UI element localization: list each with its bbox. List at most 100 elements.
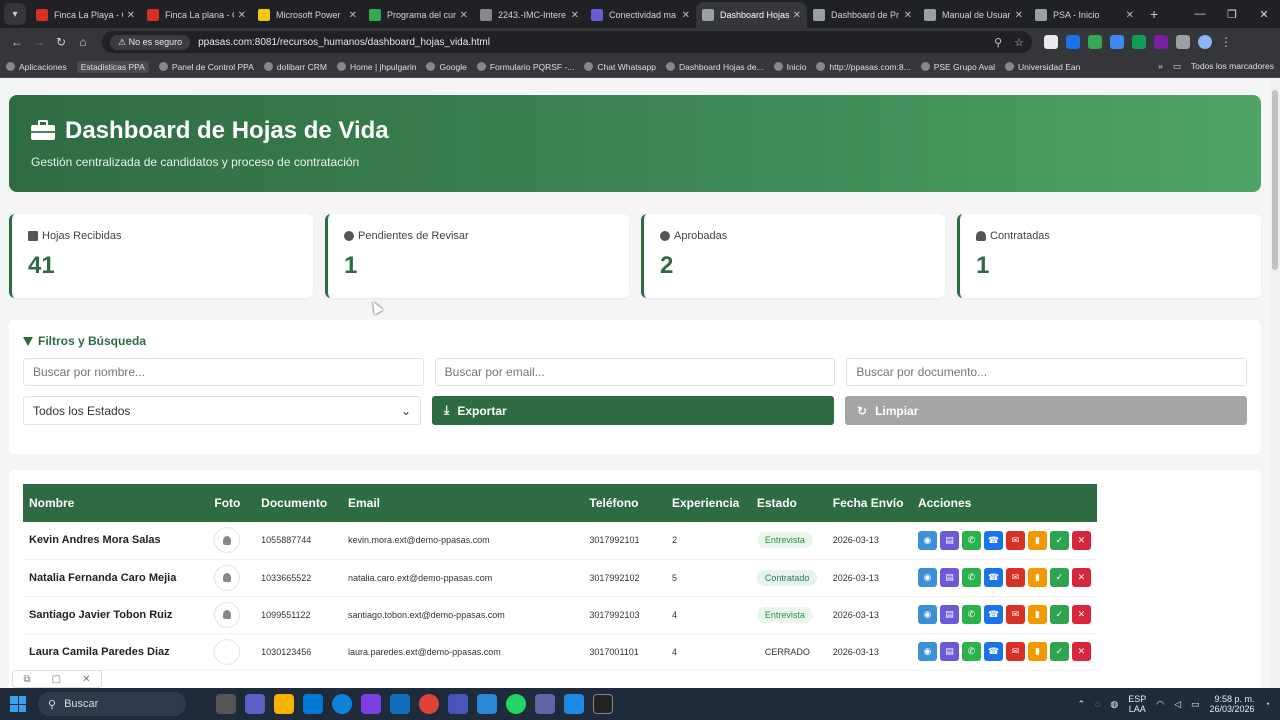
tab-search-button[interactable]: ▾ [4,3,26,25]
browser-tab[interactable]: Microsoft Power ✕ [252,2,363,28]
app-icon[interactable] [593,694,613,714]
taskbar-search[interactable]: ⚲ Buscar [38,692,186,716]
reload-icon[interactable]: ↻ [50,35,72,49]
browser-tab[interactable]: Manual de Usuari ✕ [918,2,1029,28]
windows-start-icon[interactable] [10,696,26,712]
phone-icon[interactable]: ☎ [983,642,1003,661]
reject-icon[interactable]: ✕ [1071,530,1091,550]
email-icon[interactable]: ✉ [1005,605,1025,624]
whatsapp-icon[interactable] [506,694,526,714]
teams-classic-icon[interactable] [535,694,555,714]
copy-icon[interactable]: ⧉ [24,674,31,685]
tab-close-icon[interactable]: ✕ [1015,10,1023,21]
phone-icon[interactable]: ☎ [983,568,1003,587]
email-icon[interactable]: ✉ [1005,642,1025,661]
bookmark-star-icon[interactable]: ☆ [1014,36,1024,49]
view-icon[interactable]: ◉ [917,530,937,550]
tab-close-icon[interactable]: ✕ [571,10,579,21]
approve-icon[interactable]: ✓ [1049,642,1069,661]
extension-icon[interactable] [1110,35,1124,49]
extension-icon[interactable] [1132,35,1146,49]
tab-close-icon[interactable]: ✕ [904,10,912,21]
document-icon[interactable]: ▤ [939,530,959,550]
whatsapp-icon[interactable]: ✆ [961,642,981,661]
security-indicator[interactable]: ⚠ No es seguro [110,34,191,50]
network-icon[interactable]: ◌ [1095,699,1100,709]
browser-tab[interactable]: 2243.-IMC-Intere ✕ [474,2,585,28]
avatar[interactable] [214,564,241,591]
tab-close-icon[interactable]: ✕ [682,10,690,21]
address-bar[interactable]: ⚠ No es seguro ppasas.com:8081/recursos_… [102,31,1032,53]
home-icon[interactable]: ⌂ [72,35,94,49]
tab-close-icon[interactable]: ✕ [1126,10,1134,21]
bookmark-item[interactable]: Universidad Ean [1004,62,1080,72]
status-select[interactable]: Todos los Estados ⌄ [23,396,421,425]
document-icon[interactable]: ▤ [939,642,959,661]
outlook-icon[interactable] [390,694,410,714]
forward-icon[interactable]: → [28,35,50,49]
reject-icon[interactable]: ✕ [1071,568,1091,587]
notepad-icon[interactable] [564,694,584,714]
edge-icon[interactable] [332,694,352,714]
tab-close-icon[interactable]: ✕ [238,10,246,21]
approve-icon[interactable]: ✓ [1049,530,1069,550]
chat-icon[interactable] [477,694,497,714]
reject-icon[interactable]: ✕ [1071,642,1091,661]
minimize-icon[interactable]: — [1184,8,1216,21]
bookmark-item[interactable]: PSE Grupo Aval [920,62,995,72]
browser-tab[interactable]: Finca La plana - G ✕ [141,2,252,28]
bookmark-item[interactable]: Dashboard Hojas de... [666,62,764,72]
avatar[interactable] [214,638,241,665]
folder-icon[interactable]: ▮ [1027,568,1047,587]
tab-close-icon[interactable]: ✕ [460,10,468,21]
extension-icon[interactable] [1088,35,1102,49]
tab-close-icon[interactable]: ✕ [127,10,135,21]
bookmark-item[interactable]: Home | jhpulgarin [336,62,416,72]
clock[interactable]: 9:58 p. m. 26/03/2026 [1210,694,1255,714]
phone-icon[interactable]: ☎ [983,605,1003,624]
browser-tab[interactable]: Conectividad ma ✕ [585,2,696,28]
whatsapp-icon[interactable]: ✆ [961,605,981,624]
task-view-icon[interactable] [216,694,236,714]
teams-work-icon[interactable] [448,694,468,714]
url-text[interactable]: ppasas.com:8081/recursos_humanos/dashboa… [198,37,490,48]
browser-tab[interactable]: Dashboard de Pr ✕ [807,2,918,28]
reject-icon[interactable]: ✕ [1071,605,1091,624]
close-icon[interactable]: ✕ [82,674,90,685]
whatsapp-icon[interactable]: ✆ [961,530,981,550]
tab-close-icon[interactable]: ✕ [349,10,357,21]
puzzle-icon[interactable] [1176,35,1190,49]
export-button[interactable]: ⤓ Exportar [432,396,834,425]
bookmark-item[interactable]: Formulario PQRSF -... [476,62,574,72]
bookmark-item[interactable]: Inicio [773,62,806,72]
view-icon[interactable]: ◉ [917,605,937,624]
extension-icon[interactable] [1154,35,1168,49]
whatsapp-icon[interactable]: ✆ [961,568,981,587]
profile-avatar[interactable] [1198,35,1212,49]
view-icon[interactable]: ◉ [917,642,937,661]
notifications-icon[interactable]: ◔ [1265,699,1270,709]
extension-icon[interactable] [1066,35,1080,49]
email-icon[interactable]: ✉ [1005,530,1025,550]
email-icon[interactable]: ✉ [1005,568,1025,587]
browser-tab[interactable]: Dashboard Hojas ✕ [696,2,807,28]
chevron-up-icon[interactable]: ⌃ [1077,699,1085,710]
restore-icon[interactable]: ❐ [1216,8,1248,21]
avatar[interactable] [214,527,241,554]
tab-close-icon[interactable]: ✕ [793,10,801,21]
back-icon[interactable]: ← [6,35,28,49]
bookmark-item[interactable]: Panel de Control PPA [158,62,254,72]
new-tab-button[interactable]: + [1150,6,1158,22]
bookmark-item[interactable]: http://ppasas.com:8... [816,62,911,72]
phone-icon[interactable]: ☎ [983,530,1003,550]
document-icon[interactable]: ▤ [939,568,959,587]
browser-tab[interactable]: Programa del cur ✕ [363,2,474,28]
close-window-icon[interactable]: ✕ [1248,8,1280,21]
file-explorer-icon[interactable] [274,694,294,714]
avatar[interactable] [214,601,241,628]
folder-icon[interactable]: ▮ [1027,642,1047,661]
approve-icon[interactable]: ✓ [1049,605,1069,624]
zoom-icon[interactable]: ⚲ [994,36,1002,49]
all-bookmarks[interactable]: » ▭ Todos los marcadores [1158,61,1274,72]
more-bookmarks-icon[interactable]: » [1158,61,1163,72]
